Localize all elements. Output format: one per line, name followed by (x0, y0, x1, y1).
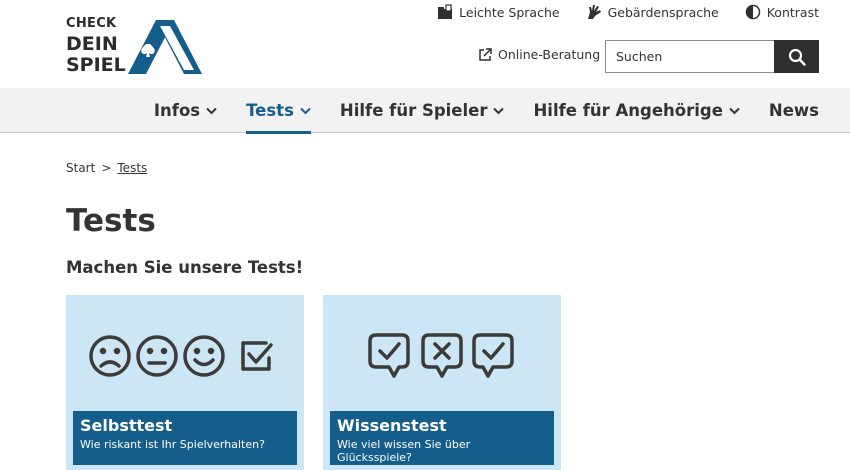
logo-line-3: SPIEL (66, 54, 126, 76)
happy-face-icon (183, 335, 225, 377)
checkbox-icon (241, 341, 273, 371)
chevron-down-icon (493, 107, 505, 114)
nav-label: Hilfe für Angehörige (533, 101, 723, 120)
nav-item-infos[interactable]: Infos (154, 88, 217, 133)
nav-label: News (768, 101, 819, 120)
speech-check-icon (472, 333, 514, 378)
nav-label: Infos (153, 101, 201, 120)
breadcrumb-separator: > (101, 161, 112, 175)
external-link-icon (479, 47, 492, 61)
nav-label: Hilfe für Spieler (339, 101, 488, 120)
nav-item-hilfe-spieler[interactable]: Hilfe für Spieler (340, 88, 505, 133)
nav-label: Tests (246, 101, 294, 120)
util-gebaerdensprache[interactable]: Gebärdensprache (586, 4, 719, 20)
sad-face-icon (89, 335, 131, 377)
page-title: Tests (66, 203, 156, 239)
util-label: Kontrast (766, 4, 819, 20)
card-illustration (89, 335, 273, 377)
card-wissenstest[interactable]: Wissenstest Wie viel wissen Sie über Glü… (323, 295, 561, 470)
contrast-icon (745, 4, 760, 20)
util-label: Leichte Sprache (459, 4, 560, 20)
util-leichte-sprache[interactable]: Leichte Sprache (437, 4, 560, 20)
online-beratung-link[interactable]: Online-Beratung (478, 47, 600, 62)
nav-item-tests[interactable]: Tests (246, 88, 311, 134)
sign-language-icon (587, 5, 601, 19)
card-label-box: Selbsttest Wie riskant ist Ihr Spielverh… (73, 411, 297, 465)
page-subtitle: Machen Sie unsere Tests! (66, 258, 304, 277)
card-title: Selbsttest (80, 416, 173, 435)
chevron-down-icon (300, 107, 311, 114)
utility-nav: Leichte Sprache Gebärdensprache Kontrast (411, 4, 819, 20)
search-form (605, 40, 819, 73)
nav-item-news[interactable]: News (769, 88, 819, 133)
breadcrumb-home[interactable]: Start (66, 161, 95, 175)
card-title: Wissenstest (337, 416, 447, 435)
breadcrumb-current[interactable]: Tests (117, 161, 147, 175)
card-subtitle: Wie riskant ist Ihr Spielverhalten? (80, 438, 265, 451)
breadcrumb: Start > Tests (66, 161, 147, 175)
logo-mark-icon (128, 20, 202, 74)
search-icon (788, 48, 806, 66)
card-subtitle: Wie viel wissen Sie über Glücksspiele? (337, 438, 471, 464)
book-icon (438, 4, 453, 19)
chevron-down-icon (206, 107, 217, 114)
speech-check-icon (368, 333, 410, 378)
search-input[interactable] (605, 40, 774, 73)
nav-item-hilfe-angehoerige[interactable]: Hilfe für Angehörige (533, 88, 740, 133)
logo[interactable]: CHECK DEIN SPIEL (66, 16, 206, 76)
search-button[interactable] (774, 40, 819, 73)
logo-line-2: DEIN (66, 33, 118, 55)
speech-cross-icon (421, 333, 463, 378)
card-illustration (368, 333, 514, 378)
card-selbsttest[interactable]: Selbsttest Wie riskant ist Ihr Spielverh… (66, 295, 304, 470)
online-beratung-label: Online-Beratung (498, 47, 601, 62)
util-label: Gebärdensprache (607, 4, 719, 20)
site-header: CHECK DEIN SPIEL Leichte Sprache Gebärde… (0, 0, 850, 88)
neutral-face-icon (136, 335, 178, 377)
util-kontrast[interactable]: Kontrast (745, 4, 819, 20)
logo-line-1: CHECK (66, 16, 117, 31)
chevron-down-icon (729, 107, 740, 114)
main-nav: Infos Tests Hilfe für Spieler Hilfe für … (0, 88, 850, 134)
card-label-box: Wissenstest Wie viel wissen Sie über Glü… (330, 411, 554, 465)
